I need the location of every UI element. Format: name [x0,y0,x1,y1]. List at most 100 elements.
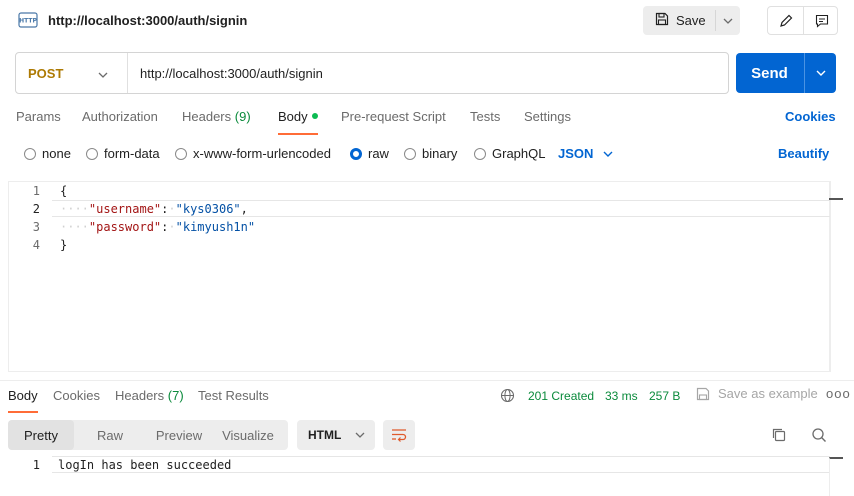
beautify-button[interactable]: Beautify [778,146,829,161]
tab-body[interactable]: Body [278,109,318,124]
radio-circle [474,147,486,160]
radio-graphql[interactable]: GraphQL [474,146,545,161]
save-button[interactable]: Save [643,6,715,35]
code-line: ····"password":·"kimyush1n" [60,220,256,234]
copy-icon[interactable] [771,427,787,446]
body-format-select[interactable]: JSON [558,146,613,161]
headers-count: (9) [234,109,251,124]
response-tab-test-results[interactable]: Test Results [198,388,269,403]
headers-count: (7) [167,388,184,403]
editor-overview-ruler [829,198,843,216]
radio-label: none [42,146,71,161]
tab-headers[interactable]: Headers (9) [182,109,251,124]
tab-prerequest-script[interactable]: Pre-request Script [341,109,446,124]
radio-label: form-data [104,146,160,161]
cookies-link[interactable]: Cookies [785,109,836,124]
chevron-down-icon[interactable] [98,66,108,81]
line-number: 3 [32,220,40,234]
radio-raw[interactable]: raw [350,146,389,161]
edit-button[interactable] [768,7,803,34]
status-code[interactable]: 201 Created [528,389,594,403]
radio-label: x-www-form-urlencoded [193,146,331,161]
tab-params[interactable]: Params [16,109,61,124]
line-number: 4 [32,238,40,252]
send-options-button[interactable] [805,53,836,93]
save-options-button[interactable] [715,6,740,35]
tab-settings[interactable]: Settings [524,109,571,124]
status-dot [311,113,318,119]
right-toolbar [767,6,838,35]
radio-label: GraphQL [492,146,546,161]
wrap-text-icon [392,429,407,442]
code-line: { [60,184,67,198]
response-divider[interactable] [0,380,854,381]
tab-tests[interactable]: Tests [470,109,500,124]
response-tab-headers[interactable]: Headers (7) [115,388,184,403]
http-request-icon: HTTP [18,10,38,30]
response-tab-cookies[interactable]: Cookies [53,388,100,403]
pencil-icon [779,14,792,27]
active-tab-indicator [8,411,38,413]
json-value: "kimyush1n" [175,220,256,234]
radio-form-data[interactable]: form-data [86,146,160,161]
radio-binary[interactable]: binary [404,146,457,161]
active-tab-indicator [278,133,318,135]
tab-headers-label: Headers [115,388,165,403]
radio-circle [175,147,187,160]
json-key: "username" [88,202,162,216]
globe-icon[interactable] [500,388,515,406]
line-number: 1 [32,184,40,198]
line-number: 2 [32,202,40,216]
brace: { [60,184,68,198]
tab-authorization[interactable]: Authorization [82,109,158,124]
line-number: 1 [32,458,40,472]
view-pretty[interactable]: Pretty [8,420,74,450]
chevron-down-icon [603,151,613,157]
view-raw[interactable]: Raw [74,420,146,450]
search-icon[interactable] [811,427,827,446]
comments-button[interactable] [804,7,839,34]
wrap-lines-button[interactable] [383,420,415,450]
url-bar: POST http://localhost:3000/auth/signin [15,52,729,94]
send-button[interactable]: Send [736,53,803,93]
tab-headers-label: Headers [182,109,232,124]
url-input[interactable]: http://localhost:3000/auth/signin [140,66,323,81]
save-icon [696,387,710,400]
response-size[interactable]: 257 B [649,389,680,403]
response-format-select[interactable]: HTML [297,420,375,450]
view-preview[interactable]: Preview [146,420,212,450]
save-as-example-button[interactable]: Save as example [696,386,818,401]
radio-circle [24,147,36,160]
radio-none[interactable]: none [24,146,71,161]
whitespace-marker: · [168,220,176,234]
send-button-group: Send [736,53,836,93]
whitespace-marker: ···· [60,220,89,234]
radio-urlencoded[interactable]: x-www-form-urlencoded [175,146,331,161]
more-options-button[interactable]: ooo [826,386,851,401]
method-select[interactable]: POST [28,66,63,81]
response-scrollbar[interactable] [829,457,843,496]
response-format-label: HTML [308,428,342,442]
radio-circle-checked [350,147,362,160]
chevron-down-icon [816,70,825,76]
view-visualize[interactable]: Visualize [216,420,280,450]
radio-label: raw [368,146,389,161]
response-tab-body[interactable]: Body [8,388,38,403]
response-body-text[interactable]: logIn has been succeeded [58,458,231,472]
request-title[interactable]: http://localhost:3000/auth/signin [48,13,247,28]
response-time[interactable]: 33 ms [605,389,638,403]
tab-body-label: Body [278,109,308,124]
json-value: "kys0306" [175,202,241,216]
divider [127,53,128,93]
chevron-down-icon [355,432,365,438]
save-icon [655,12,669,29]
whitespace-marker: · [168,202,176,216]
body-format-label: JSON [558,146,594,161]
whitespace-marker: ···· [60,202,89,216]
code-line: ····"username":·"kys0306", [60,202,248,216]
brace: } [60,238,68,252]
svg-text:HTTP: HTTP [19,18,37,25]
comment-icon [815,14,828,28]
radio-label: binary [422,146,458,161]
save-example-label: Save as example [718,386,818,401]
